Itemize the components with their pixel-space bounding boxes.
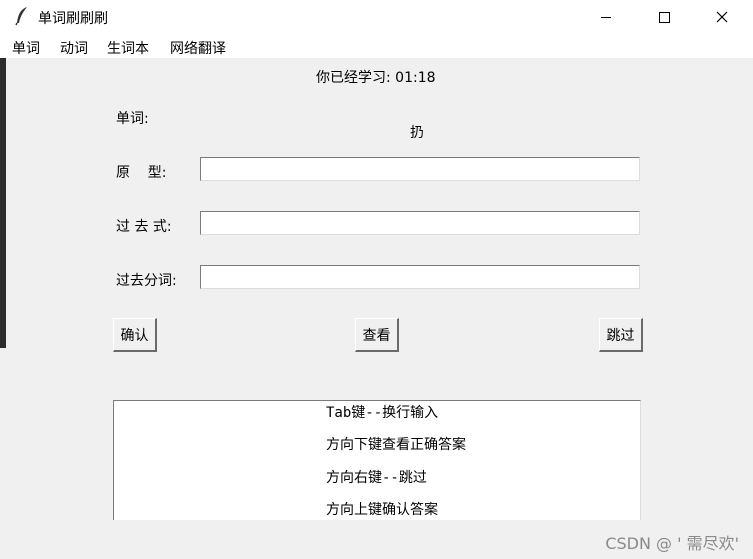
hint-line: 方向右键--跳过 bbox=[326, 470, 427, 486]
hint-line: 方向上键确认答案 bbox=[326, 502, 438, 518]
word-value: 扔 bbox=[410, 125, 424, 141]
base-form-input[interactable] bbox=[200, 157, 640, 181]
window-title: 单词刷刷刷 bbox=[38, 11, 108, 27]
watermark: CSDN @ ' 需尽欢' bbox=[605, 534, 739, 553]
word-label: 单词: bbox=[116, 111, 149, 127]
past-participle-input[interactable] bbox=[200, 265, 640, 289]
menu-words[interactable]: 单词 bbox=[12, 38, 40, 58]
menu-vocab-book[interactable]: 生词本 bbox=[107, 38, 149, 58]
window-edge bbox=[0, 58, 6, 348]
close-icon bbox=[716, 11, 728, 23]
hint-line: Tab键--换行输入 bbox=[326, 405, 439, 421]
maximize-icon bbox=[658, 11, 670, 23]
minimize-icon bbox=[600, 11, 612, 23]
menu-online-translate[interactable]: 网络翻译 bbox=[170, 38, 226, 58]
past-participle-label: 过去分词: bbox=[116, 273, 177, 289]
menu-verbs[interactable]: 动词 bbox=[60, 38, 88, 58]
skip-button[interactable]: 跳过 bbox=[599, 318, 643, 352]
title-bar: 单词刷刷刷 bbox=[0, 0, 753, 34]
base-form-label: 原 型: bbox=[116, 165, 167, 181]
minimize-button[interactable] bbox=[577, 0, 635, 34]
feather-icon bbox=[14, 6, 30, 26]
study-timer: 你已经学习: 01:18 bbox=[316, 70, 436, 86]
hint-line: 方向下键查看正确答案 bbox=[326, 437, 466, 453]
menu-bar: 单词 动词 生词本 网络翻译 bbox=[0, 34, 753, 58]
past-tense-label: 过 去 式: bbox=[116, 219, 172, 235]
view-answer-button[interactable]: 查看 bbox=[355, 318, 399, 352]
past-tense-input[interactable] bbox=[200, 211, 640, 235]
confirm-button[interactable]: 确认 bbox=[113, 318, 157, 352]
hints-textbox[interactable]: Tab键--换行输入 方向下键查看正确答案 方向右键--跳过 方向上键确认答案 bbox=[113, 400, 641, 520]
close-button[interactable] bbox=[693, 0, 751, 34]
maximize-button[interactable] bbox=[635, 0, 693, 34]
